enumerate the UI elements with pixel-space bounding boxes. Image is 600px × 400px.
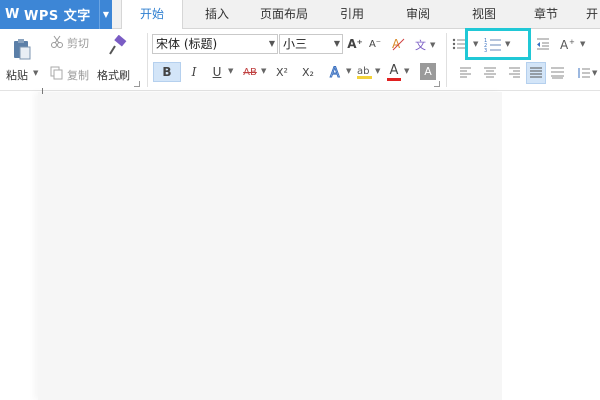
paste-dropdown-icon[interactable]: ▼ (33, 69, 38, 77)
svg-text:▼: ▼ (430, 41, 436, 49)
numbered-list-highlight (465, 28, 531, 60)
group-divider (446, 33, 447, 87)
document-page[interactable] (38, 92, 502, 400)
paste-label[interactable]: 粘贴 (6, 67, 28, 83)
svg-text:A: A (560, 38, 569, 51)
tab-dev[interactable]: 开 (584, 0, 600, 29)
copy-label[interactable]: 复制 (67, 67, 89, 83)
highlight-icon[interactable]: ab (356, 63, 374, 81)
font-family-select[interactable]: 宋体 (标题) ▼ (152, 34, 278, 54)
chevron-down-icon[interactable]: ▼ (99, 0, 112, 29)
app-menu-button[interactable]: W WPS 文字 ▼ (0, 0, 112, 29)
text-effect-icon[interactable]: A (328, 63, 346, 82)
font-size-select[interactable]: 小三 ▼ (279, 34, 343, 54)
line-spacing-dropdown-icon[interactable]: ▼ (592, 69, 597, 77)
strikethrough-dropdown-icon[interactable]: ▼ (261, 67, 266, 75)
line-spacing-icon[interactable] (578, 67, 590, 79)
svg-text:+: + (569, 38, 575, 46)
align-center-icon[interactable] (484, 67, 496, 79)
font-color-dropdown-icon[interactable]: ▼ (404, 67, 409, 75)
svg-text:A: A (330, 65, 340, 81)
justify-icon (530, 67, 542, 78)
group-divider (147, 33, 148, 87)
text-size-adjust-icon[interactable]: A + (560, 37, 578, 51)
distributed-align-icon[interactable] (551, 67, 564, 79)
shrink-font-button[interactable]: A⁻ (367, 35, 383, 53)
svg-text:文: 文 (415, 38, 426, 52)
font-family-value: 宋体 (标题) (156, 37, 218, 51)
format-painter-label[interactable]: 格式刷 (97, 67, 130, 83)
font-dialog-launcher[interactable] (434, 81, 440, 87)
svg-text:ab: ab (357, 66, 369, 77)
font-color-swatch (387, 77, 401, 81)
character-shading-button[interactable]: A (420, 63, 436, 80)
font-size-value: 小三 (283, 37, 308, 51)
subscript-button[interactable]: X₂ (298, 62, 318, 82)
decrease-indent-icon[interactable] (536, 37, 550, 51)
tab-review[interactable]: 审阅 (396, 0, 440, 29)
font-color-label: A (389, 62, 399, 78)
superscript-button[interactable]: X² (272, 62, 292, 82)
grow-font-button[interactable]: A⁺ (347, 35, 363, 53)
chevron-down-icon: ▼ (333, 39, 340, 48)
strikethrough-button[interactable]: AB (240, 62, 260, 82)
margin-marker (42, 88, 43, 94)
tab-references[interactable]: 引用 (330, 0, 374, 29)
phonetic-guide-icon[interactable]: 文 ▼ (414, 35, 436, 53)
clear-format-icon[interactable]: A (390, 35, 406, 53)
tab-chapter[interactable]: 章节 (524, 0, 568, 29)
text-effect-dropdown-icon[interactable]: ▼ (346, 67, 351, 75)
italic-button[interactable]: I (186, 62, 202, 82)
cut-label[interactable]: 剪切 (67, 35, 89, 51)
wps-logo-icon: W (5, 6, 20, 22)
copy-icon[interactable] (50, 66, 64, 80)
underline-button[interactable]: U (210, 62, 224, 82)
clipboard-dialog-launcher[interactable] (134, 81, 140, 87)
highlight-dropdown-icon[interactable]: ▼ (375, 67, 380, 75)
font-color-button[interactable]: A (386, 62, 402, 82)
chevron-down-icon: ▼ (268, 39, 275, 48)
justify-button[interactable] (526, 62, 546, 84)
text-size-dropdown-icon[interactable]: ▼ (580, 40, 585, 48)
bulleted-list-icon[interactable] (452, 37, 466, 51)
align-right-icon[interactable] (508, 67, 520, 79)
scissors-icon[interactable] (50, 35, 64, 49)
tab-home[interactable]: 开始 (121, 0, 183, 30)
align-left-icon[interactable] (460, 67, 472, 79)
tab-page-layout[interactable]: 页面布局 (252, 0, 316, 29)
tab-insert[interactable]: 插入 (192, 0, 242, 29)
bold-button[interactable]: B (153, 62, 181, 82)
paste-icon[interactable] (10, 37, 34, 61)
underline-dropdown-icon[interactable]: ▼ (228, 67, 233, 75)
tab-view[interactable]: 视图 (462, 0, 506, 29)
app-name: WPS 文字 (24, 9, 91, 24)
format-painter-icon[interactable] (106, 35, 128, 57)
ribbon-tab-bar: W WPS 文字 ▼ 开始 插入 页面布局 引用 审阅 视图 章节 开 (0, 0, 600, 30)
